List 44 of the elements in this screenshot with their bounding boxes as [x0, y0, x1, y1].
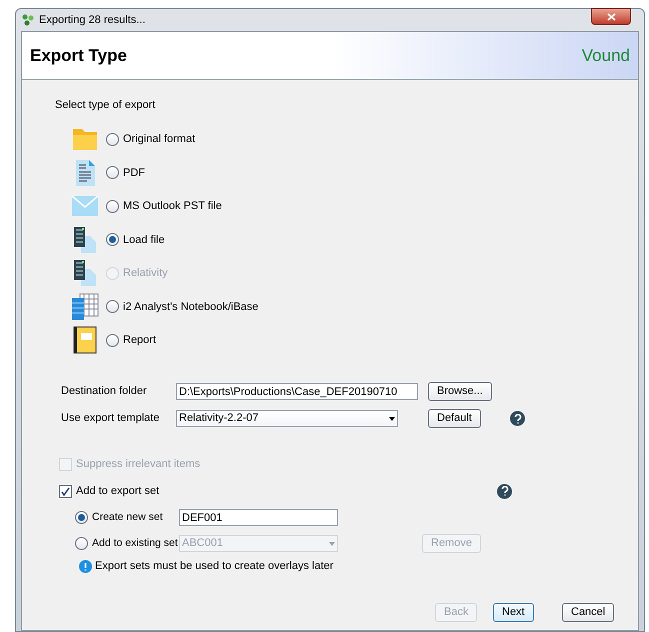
export-option[interactable]: Report [106, 332, 156, 348]
radio-button[interactable] [75, 537, 88, 550]
field-label: Use export template [61, 411, 160, 426]
notebook-icon [73, 326, 97, 354]
info-icon [79, 560, 92, 573]
export-option[interactable]: PDF [106, 164, 145, 181]
export-option[interactable]: Original format [106, 131, 196, 148]
export-option[interactable]: MS Outlook PST file [106, 198, 222, 214]
folder-icon [72, 126, 98, 152]
field-label: Destination folder [61, 384, 148, 400]
checkbox[interactable] [59, 484, 72, 498]
radio-button[interactable] [106, 132, 119, 146]
window-title: Exporting 28 results... [39, 12, 146, 28]
page-title: Export Type [30, 44, 127, 67]
dialog-button[interactable]: Default [428, 409, 481, 428]
server-file-icon [72, 259, 98, 288]
section-label: Select type of export [55, 98, 156, 113]
recycle-icon [21, 13, 35, 27]
radio-button[interactable] [106, 166, 119, 180]
radio-button[interactable] [106, 334, 119, 347]
close-button[interactable] [591, 8, 631, 25]
export-option[interactable]: i2 Analyst's Notebook/iBase [106, 298, 258, 315]
radio-button[interactable] [75, 511, 88, 524]
logo: Vound [582, 44, 630, 67]
export-set-option[interactable]: Add to export set [59, 482, 497, 500]
help-icon[interactable] [497, 484, 512, 498]
server-file-icon [72, 226, 98, 254]
export-option[interactable]: Load file [106, 232, 165, 248]
dialog-button[interactable]: Browse... [428, 382, 492, 401]
close-icon [606, 12, 616, 20]
radio-button[interactable] [106, 233, 119, 246]
envelope-icon [71, 195, 99, 218]
set-name-field[interactable]: DEF001 [179, 509, 338, 526]
template-dropdown[interactable]: Relativity-2.2-07 [176, 410, 398, 427]
set-option[interactable]: Create new set [75, 510, 179, 526]
spreadsheet-icon [71, 292, 99, 321]
set-option[interactable]: Add to existing set [75, 536, 179, 552]
dialog-button[interactable]: Cancel [562, 603, 614, 622]
help-icon[interactable] [510, 411, 525, 426]
radio-button[interactable] [106, 300, 119, 314]
info-note: Export sets must be used to create overlays later [95, 559, 334, 574]
folder-field[interactable]: D:\Exports\Productions\Case_DEF20190710 [176, 383, 418, 400]
radio-button[interactable] [106, 200, 119, 213]
dialog-button[interactable]: Next [493, 603, 534, 622]
